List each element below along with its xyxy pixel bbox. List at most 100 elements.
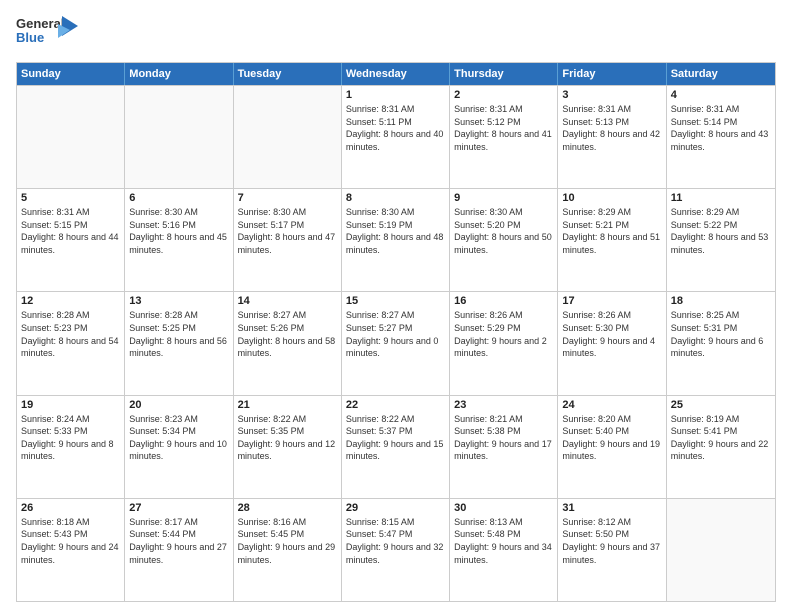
day-number: 26: [21, 502, 120, 514]
day-number: 10: [562, 192, 661, 204]
weekday-header: Wednesday: [342, 63, 450, 85]
calendar-cell: 19 Sunrise: 8:24 AM Sunset: 5:33 PM Dayli…: [17, 396, 125, 498]
cell-info: Sunrise: 8:28 AM Sunset: 5:23 PM Dayligh…: [21, 309, 120, 359]
page-header: General Blue: [16, 16, 776, 52]
day-number: 7: [238, 192, 337, 204]
day-number: 19: [21, 399, 120, 411]
calendar-cell: 23Sunrise: 8:21 AM Sunset: 5:38 PM Dayli…: [450, 396, 558, 498]
weekday-header: Thursday: [450, 63, 558, 85]
calendar-cell: 18 Sunrise: 8:25 AM Sunset: 5:31 PM Dayli…: [667, 292, 775, 394]
calendar-row: 1 Sunrise: 8:31 AM Sunset: 5:11 PM Daylig…: [17, 85, 775, 188]
cell-info: Sunrise: 8:28 AM Sunset: 5:25 PM Dayligh…: [129, 309, 228, 359]
day-number: 18: [671, 295, 771, 307]
weekday-header: Friday: [558, 63, 666, 85]
weekday-header: Sunday: [17, 63, 125, 85]
day-number: 20: [129, 399, 228, 411]
day-number: 17: [562, 295, 661, 307]
calendar-row: 26Sunrise: 8:18 AM Sunset: 5:43 PM Dayli…: [17, 498, 775, 601]
cell-info: Sunrise: 8:27 AM Sunset: 5:27 PM Dayligh…: [346, 309, 445, 359]
day-number: 12: [21, 295, 120, 307]
cell-info: Sunrise: 8:20 AM Sunset: 5:40 PM Dayligh…: [562, 413, 661, 463]
calendar-cell: 30 Sunrise: 8:13 AM Sunset: 5:48 PM Dayli…: [450, 499, 558, 601]
calendar-cell: [234, 86, 342, 188]
day-number: 29: [346, 502, 445, 514]
calendar-cell: 1 Sunrise: 8:31 AM Sunset: 5:11 PM Daylig…: [342, 86, 450, 188]
calendar-cell: 3Sunrise: 8:31 AM Sunset: 5:13 PM Daylig…: [558, 86, 666, 188]
calendar-header: SundayMondayTuesdayWednesdayThursdayFrid…: [17, 63, 775, 85]
calendar-cell: 9 Sunrise: 8:30 AM Sunset: 5:20 PM Daylig…: [450, 189, 558, 291]
calendar-cell: 13 Sunrise: 8:28 AM Sunset: 5:25 PM Dayli…: [125, 292, 233, 394]
cell-info: Sunrise: 8:27 AM Sunset: 5:26 PM Dayligh…: [238, 309, 337, 359]
calendar-cell: 25 Sunrise: 8:19 AM Sunset: 5:41 PM Dayli…: [667, 396, 775, 498]
calendar-cell: [17, 86, 125, 188]
calendar-cell: [667, 499, 775, 601]
logo-blue: Blue: [16, 30, 44, 45]
cell-info: Sunrise: 8:23 AM Sunset: 5:34 PM Dayligh…: [129, 413, 228, 463]
cell-info: Sunrise: 8:21 AM Sunset: 5:38 PM Dayligh…: [454, 413, 553, 463]
cell-info: Sunrise: 8:30 AM Sunset: 5:16 PM Dayligh…: [129, 206, 228, 256]
cell-info: Sunrise: 8:17 AM Sunset: 5:44 PM Dayligh…: [129, 516, 228, 566]
calendar-body: 1 Sunrise: 8:31 AM Sunset: 5:11 PM Daylig…: [17, 85, 775, 601]
calendar-cell: 29 Sunrise: 8:15 AM Sunset: 5:47 PM Dayli…: [342, 499, 450, 601]
day-number: 3: [562, 89, 661, 101]
cell-info: Sunrise: 8:30 AM Sunset: 5:17 PM Dayligh…: [238, 206, 337, 256]
cell-info: Sunrise: 8:15 AM Sunset: 5:47 PM Dayligh…: [346, 516, 445, 566]
calendar-cell: 28Sunrise: 8:16 AM Sunset: 5:45 PM Dayli…: [234, 499, 342, 601]
calendar-cell: 21Sunrise: 8:22 AM Sunset: 5:35 PM Dayli…: [234, 396, 342, 498]
calendar-cell: 12 Sunrise: 8:28 AM Sunset: 5:23 PM Dayli…: [17, 292, 125, 394]
calendar-cell: 31 Sunrise: 8:12 AM Sunset: 5:50 PM Dayli…: [558, 499, 666, 601]
cell-info: Sunrise: 8:31 AM Sunset: 5:14 PM Dayligh…: [671, 103, 771, 153]
cell-info: Sunrise: 8:19 AM Sunset: 5:41 PM Dayligh…: [671, 413, 771, 463]
day-number: 30: [454, 502, 553, 514]
cell-info: Sunrise: 8:30 AM Sunset: 5:20 PM Dayligh…: [454, 206, 553, 256]
day-number: 8: [346, 192, 445, 204]
calendar-cell: 5 Sunrise: 8:31 AM Sunset: 5:15 PM Daylig…: [17, 189, 125, 291]
cell-info: Sunrise: 8:25 AM Sunset: 5:31 PM Dayligh…: [671, 309, 771, 359]
calendar-cell: 20 Sunrise: 8:23 AM Sunset: 5:34 PM Dayli…: [125, 396, 233, 498]
logo-icon: [58, 16, 78, 44]
day-number: 9: [454, 192, 553, 204]
calendar-cell: [125, 86, 233, 188]
cell-info: Sunrise: 8:31 AM Sunset: 5:15 PM Dayligh…: [21, 206, 120, 256]
day-number: 5: [21, 192, 120, 204]
day-number: 22: [346, 399, 445, 411]
logo: General Blue: [16, 16, 60, 52]
cell-info: Sunrise: 8:29 AM Sunset: 5:22 PM Dayligh…: [671, 206, 771, 256]
day-number: 13: [129, 295, 228, 307]
cell-info: Sunrise: 8:13 AM Sunset: 5:48 PM Dayligh…: [454, 516, 553, 566]
calendar-row: 19 Sunrise: 8:24 AM Sunset: 5:33 PM Dayli…: [17, 395, 775, 498]
cell-info: Sunrise: 8:26 AM Sunset: 5:30 PM Dayligh…: [562, 309, 661, 359]
day-number: 14: [238, 295, 337, 307]
day-number: 31: [562, 502, 661, 514]
calendar-cell: 10Sunrise: 8:29 AM Sunset: 5:21 PM Dayli…: [558, 189, 666, 291]
day-number: 24: [562, 399, 661, 411]
cell-info: Sunrise: 8:26 AM Sunset: 5:29 PM Dayligh…: [454, 309, 553, 359]
day-number: 4: [671, 89, 771, 101]
calendar-cell: 4 Sunrise: 8:31 AM Sunset: 5:14 PM Daylig…: [667, 86, 775, 188]
calendar-cell: 15 Sunrise: 8:27 AM Sunset: 5:27 PM Dayli…: [342, 292, 450, 394]
cell-info: Sunrise: 8:24 AM Sunset: 5:33 PM Dayligh…: [21, 413, 120, 463]
calendar-cell: 24 Sunrise: 8:20 AM Sunset: 5:40 PM Dayli…: [558, 396, 666, 498]
day-number: 25: [671, 399, 771, 411]
calendar-cell: 22Sunrise: 8:22 AM Sunset: 5:37 PM Dayli…: [342, 396, 450, 498]
calendar-cell: 8 Sunrise: 8:30 AM Sunset: 5:19 PM Daylig…: [342, 189, 450, 291]
day-number: 11: [671, 192, 771, 204]
calendar-row: 12 Sunrise: 8:28 AM Sunset: 5:23 PM Dayli…: [17, 291, 775, 394]
day-number: 2: [454, 89, 553, 101]
weekday-header: Saturday: [667, 63, 775, 85]
day-number: 21: [238, 399, 337, 411]
weekday-header: Tuesday: [234, 63, 342, 85]
cell-info: Sunrise: 8:12 AM Sunset: 5:50 PM Dayligh…: [562, 516, 661, 566]
calendar-cell: 7 Sunrise: 8:30 AM Sunset: 5:17 PM Daylig…: [234, 189, 342, 291]
day-number: 27: [129, 502, 228, 514]
day-number: 16: [454, 295, 553, 307]
calendar-cell: 26Sunrise: 8:18 AM Sunset: 5:43 PM Dayli…: [17, 499, 125, 601]
calendar-cell: 17 Sunrise: 8:26 AM Sunset: 5:30 PM Dayli…: [558, 292, 666, 394]
day-number: 15: [346, 295, 445, 307]
calendar: SundayMondayTuesdayWednesdayThursdayFrid…: [16, 62, 776, 602]
calendar-cell: 16 Sunrise: 8:26 AM Sunset: 5:29 PM Dayli…: [450, 292, 558, 394]
cell-info: Sunrise: 8:16 AM Sunset: 5:45 PM Dayligh…: [238, 516, 337, 566]
day-number: 1: [346, 89, 445, 101]
cell-info: Sunrise: 8:30 AM Sunset: 5:19 PM Dayligh…: [346, 206, 445, 256]
cell-info: Sunrise: 8:31 AM Sunset: 5:11 PM Dayligh…: [346, 103, 445, 153]
